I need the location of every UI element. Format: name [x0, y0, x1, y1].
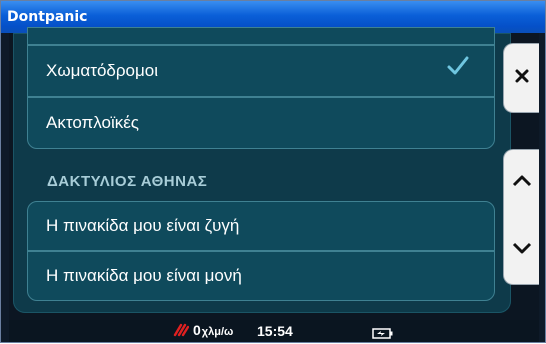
- scroll-button-group: [503, 149, 539, 285]
- close-icon: [514, 68, 530, 89]
- list-item-ferries[interactable]: Ακτοπλοϊκές: [27, 97, 495, 149]
- list-item-label: Η πινακίδα μου είναι ζυγή: [46, 216, 240, 235]
- speed-icon: [173, 323, 189, 337]
- clock: 15:54: [257, 323, 293, 339]
- chevron-down-icon: [512, 242, 531, 254]
- list-item-label: Ακτοπλοϊκές: [46, 113, 140, 132]
- window-title: Dontpanic: [7, 9, 88, 25]
- list-item-plate-odd[interactable]: Η πινακίδα μου είναι μονή: [27, 251, 495, 301]
- list-item-dirt-roads[interactable]: Χωματόδρομοι: [27, 45, 495, 97]
- speed-unit: χλμ/ω: [201, 326, 234, 338]
- speed-value: 0: [193, 322, 201, 338]
- list-item-label: Η πινακίδα μου είναι μονή: [46, 266, 242, 285]
- app-client-area: Χωματόδρομοι Ακτοπλοϊκές ΔΑΚΤΥΛΙΟΣ ΑΘΗΝΑ…: [9, 27, 539, 342]
- chevron-up-icon: [512, 175, 531, 187]
- app-window: Dontpanic Χωματόδρομοι Ακτοπλοϊκές ΔΑΚΤΥ…: [0, 0, 546, 343]
- settings-panel: Χωματόδρομοι Ακτοπλοϊκές ΔΑΚΤΥΛΙΟΣ ΑΘΗΝΑ…: [13, 27, 511, 313]
- scroll-up-button[interactable]: [512, 174, 532, 193]
- scroll-down-button[interactable]: [512, 241, 532, 260]
- list-item-label: Χωματόδρομοι: [46, 61, 159, 80]
- speed-display: 0 χλμ/ω: [173, 322, 233, 338]
- list-item-plate-even[interactable]: Η πινακίδα μου είναι ζυγή: [27, 201, 495, 251]
- section-header: ΔΑΚΤΥΛΙΟΣ ΑΘΗΝΑΣ: [47, 173, 208, 190]
- list-item-partial[interactable]: [27, 27, 495, 45]
- battery-charging-icon: [372, 326, 394, 344]
- status-bar: 0 χλμ/ω 15:54: [9, 320, 539, 342]
- checkmark-icon: [446, 54, 470, 83]
- close-button[interactable]: [503, 43, 539, 113]
